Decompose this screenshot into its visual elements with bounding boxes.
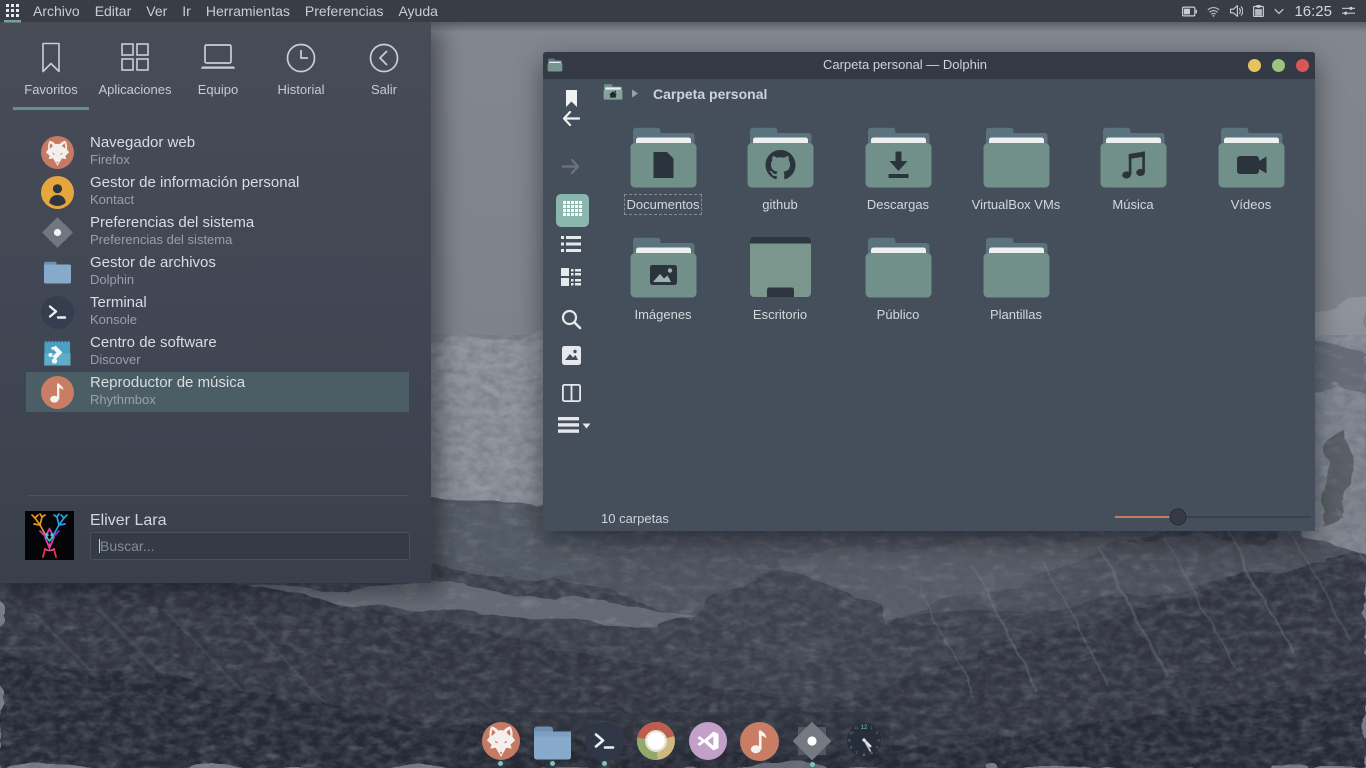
svg-text:10: 10 (849, 730, 854, 735)
svg-text:12: 12 (861, 725, 868, 731)
